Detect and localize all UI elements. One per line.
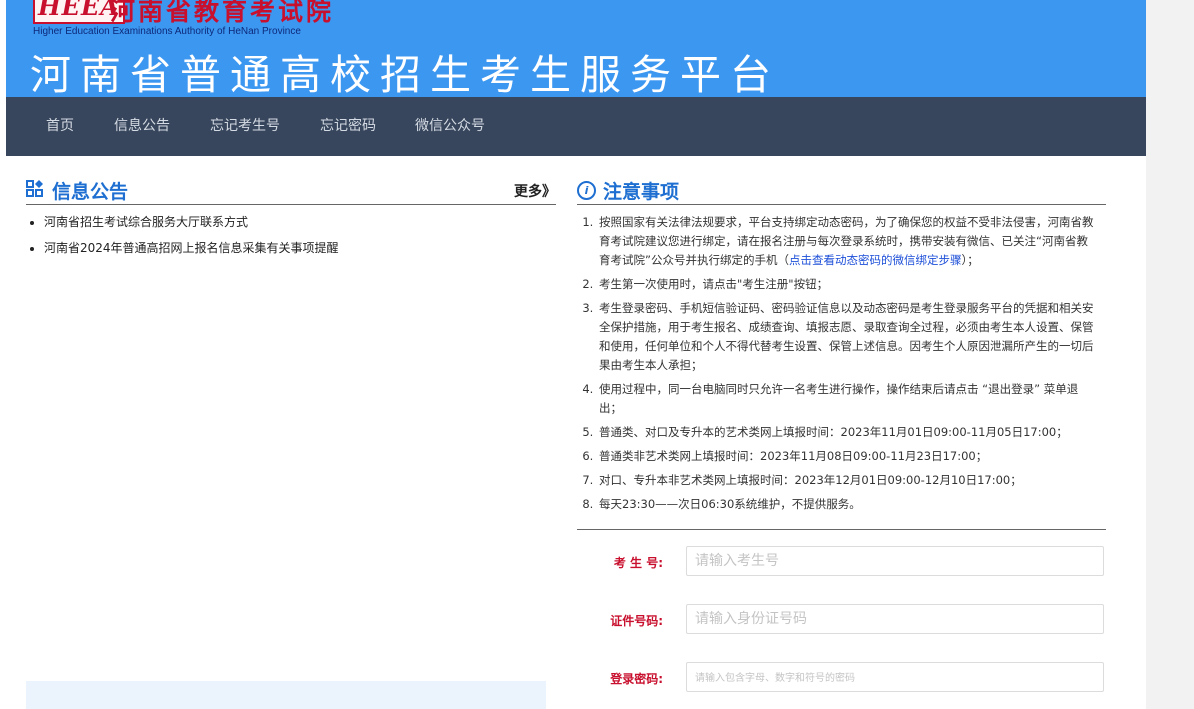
exam-number-label: 考 生 号: <box>613 556 663 570</box>
notice-item: 每天23:30——次日06:30系统维护，不提供服务。 <box>597 495 1096 514</box>
more-link[interactable]: 更多》 <box>514 181 556 201</box>
announcements-title: 信息公告 <box>52 181 129 203</box>
header-banner: HEEA 河南省教育考试院 Higher Education Examinati… <box>6 0 1146 97</box>
notice-list: 按照国家有关法律法规要求，平台支持绑定动态密码，为了确保您的权益不受非法侵害，河… <box>577 205 1106 514</box>
id-number-label: 证件号码: <box>610 614 663 628</box>
grid-icon <box>26 180 43 197</box>
news-list: 河南省招生考试综合服务大厅联系方式 河南省2024年普通高招网上报名信息采集有关… <box>26 209 556 261</box>
right-gutter <box>1146 0 1194 709</box>
notice-item: 普通类非艺术类网上填报时间：2023年11月08日09:00-11月23日17:… <box>597 447 1096 466</box>
site-title: 河南省普通高校招生考生服务平台 <box>30 51 780 97</box>
id-number-input[interactable] <box>686 604 1104 634</box>
notice-item: 考生登录密码、手机短信验证码、密码验证信息以及动态密码是考生登录服务平台的凭据和… <box>597 299 1096 375</box>
id-number-row: 证件号码: <box>577 604 1106 636</box>
institution-name: 河南省教育考试院 <box>110 0 335 26</box>
institution-name-en: Higher Education Examinations Authority … <box>33 26 301 37</box>
login-tip-panel <box>26 681 546 709</box>
news-item[interactable]: 河南省招生考试综合服务大厅联系方式 <box>44 209 556 235</box>
wechat-binding-steps-link[interactable]: 点击查看动态密码的微信绑定步骤 <box>789 253 962 267</box>
nav-home[interactable]: 首页 <box>46 97 74 156</box>
notice-panel: i 注意事项 按照国家有关法律法规要求，平台支持绑定动态密码，为了确保您的权益不… <box>577 178 1106 519</box>
notice-item: 使用过程中，同一台电脑同时只允许一名考生进行操作，操作结束后请点击 “退出登录”… <box>597 380 1096 418</box>
notice-item: 按照国家有关法律法规要求，平台支持绑定动态密码，为了确保您的权益不受非法侵害，河… <box>597 213 1096 270</box>
nav-wechat-account[interactable]: 微信公众号 <box>415 97 485 156</box>
news-item[interactable]: 河南省2024年普通高招网上报名信息采集有关事项提醒 <box>44 235 556 261</box>
nav-forgot-password[interactable]: 忘记密码 <box>320 97 376 156</box>
notice-title: 注意事项 <box>603 181 680 203</box>
notice-header: i 注意事项 <box>577 178 1106 205</box>
notice-divider <box>577 529 1106 530</box>
password-label: 登录密码: <box>610 672 663 686</box>
nav-forgot-exam-number[interactable]: 忘记考生号 <box>210 97 280 156</box>
password-row: 登录密码: <box>577 662 1106 694</box>
main-nav: 首页 信息公告 忘记考生号 忘记密码 微信公众号 <box>6 97 1146 156</box>
page: HEEA 河南省教育考试院 Higher Education Examinati… <box>6 0 1146 709</box>
info-icon: i <box>577 181 596 200</box>
notice-item: 考生第一次使用时，请点击"考生注册"按钮； <box>597 275 1096 294</box>
notice-item: 对口、专升本非艺术类网上填报时间：2023年12月01日09:00-12月10日… <box>597 471 1096 490</box>
announcements-header: 信息公告 更多》 <box>26 178 556 205</box>
nav-announcements[interactable]: 信息公告 <box>114 97 170 156</box>
exam-number-input[interactable] <box>686 546 1104 576</box>
announcements-panel: 信息公告 更多》 河南省招生考试综合服务大厅联系方式 河南省2024年普通高招网… <box>26 178 556 261</box>
password-input[interactable] <box>686 662 1104 692</box>
exam-number-row: 考 生 号: <box>577 546 1106 578</box>
notice-item: 普通类、对口及专升本的艺术类网上填报时间：2023年11月01日09:00-11… <box>597 423 1096 442</box>
